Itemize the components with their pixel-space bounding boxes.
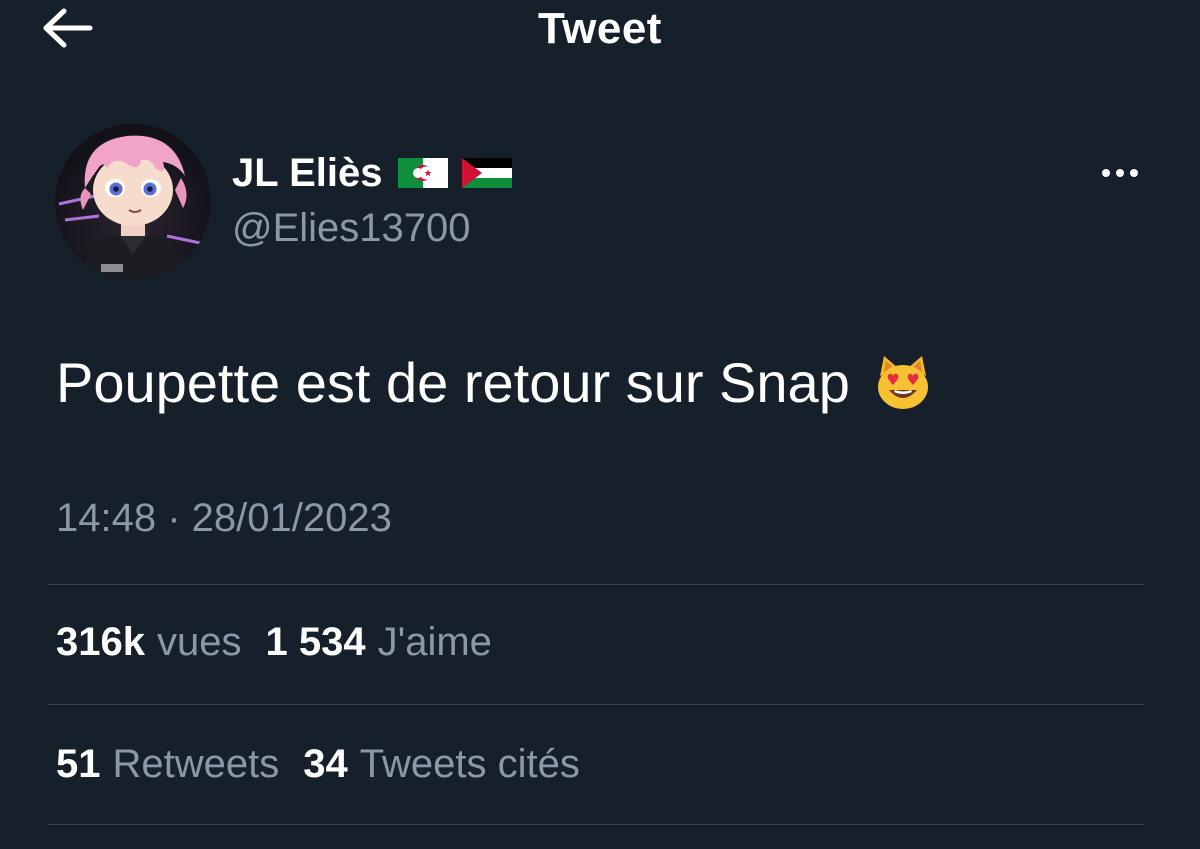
quote-tweets-count: 34 [303,742,348,786]
palestine-flag-icon [462,158,513,188]
author-handle[interactable]: @Elies13700 [232,206,471,251]
top-bar: Tweet [0,0,1200,60]
quote-tweets-label: Tweets cités [359,742,580,786]
likes-label: J'aime [377,620,492,664]
views-stat: 316k vues [56,620,241,665]
ellipsis-icon [1102,169,1138,177]
tweet-detail-screen: Tweet JL Eliès @Elies13700 Poupette est … [0,0,1200,849]
avatar-image [55,124,211,280]
divider [48,584,1144,585]
page-title: Tweet [538,4,662,53]
tweet-timestamp: 14:48 · 28/01/2023 [56,496,392,540]
views-count: 316k [56,620,145,664]
author-name-row[interactable]: JL Eliès [232,150,513,196]
retweets-label: Retweets [112,742,280,786]
divider [48,704,1144,705]
display-name: JL Eliès [232,150,383,195]
smiling-cat-heart-eyes-emoji [877,356,928,409]
divider [48,824,1144,825]
tweet-text: Poupette est de retour sur Snap [56,348,932,418]
algeria-flag-icon [398,158,449,188]
likes-stat[interactable]: 1 534 J'aime [265,620,491,665]
likes-count: 1 534 [265,620,366,664]
stats-row-views-likes: 316k vues 1 534 J'aime [56,620,516,665]
more-options-button[interactable] [1094,158,1146,188]
tweet-text-content: Poupette est de retour sur Snap [56,351,850,414]
retweets-stat[interactable]: 51 Retweets [56,742,279,787]
stats-row-retweets-quotes: 51 Retweets 34 Tweets cités [56,742,604,787]
views-label: vues [156,620,242,664]
retweets-count: 51 [56,742,101,786]
quote-tweets-stat[interactable]: 34 Tweets cités [303,742,580,787]
avatar[interactable] [55,124,211,280]
